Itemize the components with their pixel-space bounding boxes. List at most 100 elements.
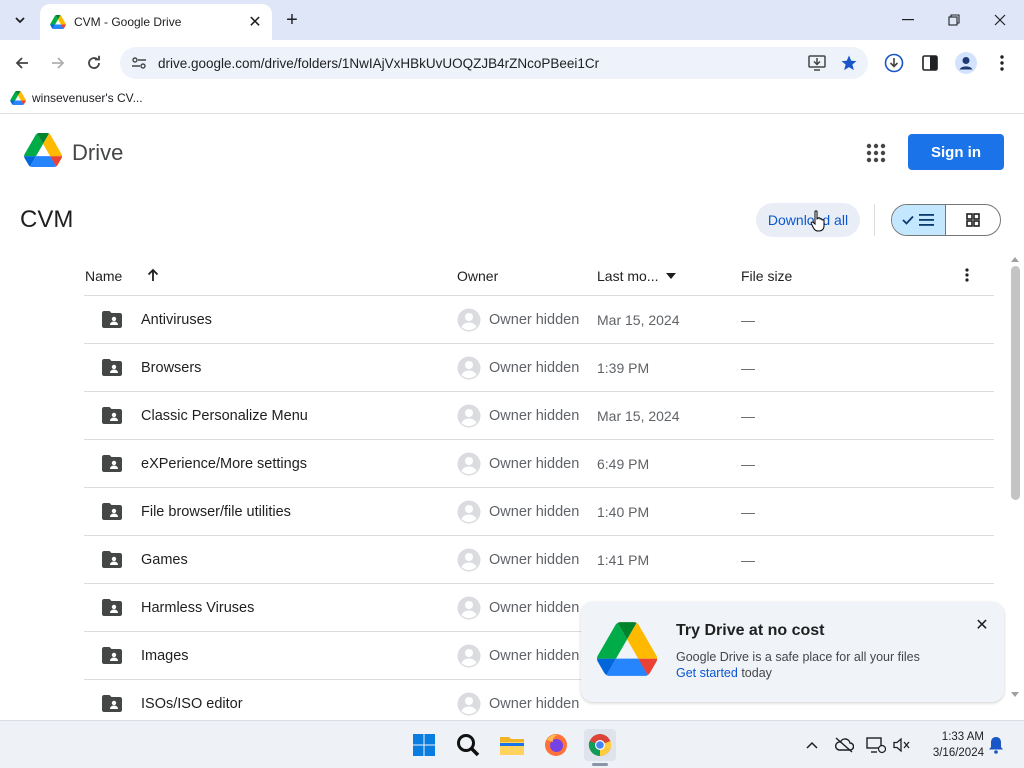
get-started-link[interactable]: Get started (676, 666, 738, 680)
chrome-taskbar-button[interactable] (584, 729, 616, 761)
view-toggle (891, 204, 1001, 236)
chrome-icon (588, 734, 612, 756)
file-size: — (741, 504, 755, 520)
bookmarks-bar: winsevenuser's CV... (0, 86, 1024, 114)
file-explorer-button[interactable] (496, 729, 528, 761)
promo-drive-logo (597, 622, 658, 681)
more-vert-icon (1000, 55, 1004, 71)
last-modified: 6:49 PM (597, 456, 650, 472)
close-tab-icon[interactable]: ✕ (244, 11, 266, 33)
reload-icon (88, 55, 100, 69)
bookmark-star-icon[interactable] (836, 50, 862, 76)
grid-view-button[interactable] (946, 205, 1000, 235)
folder-title: CVM (20, 206, 74, 233)
column-options-icon[interactable] (965, 268, 969, 282)
promo-body: Google Drive is a safe place for all you… (676, 650, 920, 664)
side-panel-button[interactable] (916, 49, 944, 77)
active-app-indicator (592, 763, 608, 766)
shared-folder-icon (102, 311, 122, 328)
bell-icon (989, 737, 1003, 754)
close-icon (994, 14, 1006, 26)
taskbar-search-button[interactable] (452, 729, 484, 761)
file-name[interactable]: Images (141, 648, 189, 664)
file-name[interactable]: ISOs/ISO editor (141, 696, 243, 712)
file-name[interactable]: Antiviruses (141, 312, 212, 328)
restore-window-button[interactable] (934, 6, 974, 34)
table-row[interactable]: Games Owner hidden 1:41 PM — (84, 536, 994, 584)
downloads-button[interactable] (880, 49, 908, 77)
last-modified: 1:40 PM (597, 504, 650, 520)
onedrive-tray-button[interactable] (834, 735, 854, 755)
sort-arrow-up-icon[interactable] (146, 268, 160, 282)
file-name[interactable]: eXPerience/More settings (141, 456, 307, 472)
column-owner-header: Owner (457, 268, 499, 284)
shared-folder-icon (102, 695, 122, 712)
scroll-up-arrow-icon[interactable] (1011, 256, 1019, 262)
table-row[interactable]: Browsers Owner hidden 1:39 PM — (84, 344, 994, 392)
address-bar[interactable]: drive.google.com/drive/folders/1NwIAjVxH… (120, 47, 868, 79)
show-hidden-icons-button[interactable] (802, 735, 822, 755)
download-all-button[interactable]: Download all (756, 203, 860, 237)
tab-search-button[interactable] (6, 6, 34, 34)
file-name[interactable]: Classic Personalize Menu (141, 408, 308, 424)
chrome-menu-button[interactable] (988, 49, 1016, 77)
browser-tab-strip: CVM - Google Drive ✕ + (0, 0, 1024, 40)
drive-logo[interactable] (24, 133, 63, 172)
notifications-button[interactable] (986, 735, 1006, 755)
volume-tray-button[interactable] (892, 735, 912, 755)
owner-name: Owner hidden (489, 360, 580, 376)
promo-cta-line: Get started today (676, 666, 772, 680)
column-name-header[interactable]: Name (85, 268, 122, 284)
column-last-modified-header[interactable]: Last mo... (597, 268, 658, 284)
tune-icon (132, 57, 146, 69)
owner-name: Owner hidden (489, 456, 580, 472)
download-icon (884, 53, 904, 73)
network-tray-button[interactable] (866, 735, 886, 755)
table-row[interactable]: File browser/file utilities Owner hidden 1… (84, 488, 994, 536)
browser-toolbar: drive.google.com/drive/folders/1NwIAjVxH… (0, 40, 1024, 86)
new-tab-button[interactable]: + (280, 8, 304, 32)
chevron-up-icon (806, 741, 818, 749)
firefox-button[interactable] (540, 729, 572, 761)
profile-button[interactable] (952, 49, 980, 77)
owner-name: Owner hidden (489, 696, 580, 712)
file-table-header: Name Owner Last mo... File size (84, 256, 994, 296)
profile-avatar-icon (955, 52, 977, 74)
scroll-down-arrow-icon[interactable] (1011, 692, 1019, 698)
browser-tab-active[interactable]: CVM - Google Drive ✕ (40, 4, 272, 40)
shared-folder-icon (102, 407, 122, 424)
file-name[interactable]: Browsers (141, 360, 201, 376)
forward-button[interactable] (44, 49, 72, 77)
page-scrollbar[interactable] (1008, 256, 1022, 702)
file-name[interactable]: File browser/file utilities (141, 504, 291, 520)
start-button[interactable] (408, 729, 440, 761)
site-info-icon[interactable] (128, 52, 150, 74)
table-row[interactable]: Classic Personalize Menu Owner hidden Mar … (84, 392, 994, 440)
file-name[interactable]: Harmless Viruses (141, 600, 254, 616)
system-clock[interactable]: 1:33 AM 3/16/2024 (920, 729, 984, 761)
minimize-icon (902, 19, 914, 21)
back-button[interactable] (8, 49, 36, 77)
owner-name: Owner hidden (489, 648, 580, 664)
reload-button[interactable] (80, 49, 108, 77)
scroll-thumb[interactable] (1011, 266, 1020, 500)
windows-logo-icon (413, 734, 435, 756)
clock-time: 1:33 AM (941, 731, 984, 743)
close-window-button[interactable] (980, 6, 1020, 34)
sign-in-button[interactable]: Sign in (908, 134, 1004, 170)
file-name[interactable]: Games (141, 552, 188, 568)
bookmark-item[interactable]: winsevenuser's CV... (10, 91, 143, 105)
table-row[interactable]: Antiviruses Owner hidden Mar 15, 2024 — (84, 296, 994, 344)
google-apps-button[interactable] (862, 139, 890, 167)
list-view-button[interactable] (892, 205, 947, 235)
table-row[interactable]: eXPerience/More settings Owner hidden 6:49… (84, 440, 994, 488)
sort-dropdown-icon[interactable] (666, 273, 676, 279)
drive-app-name: Drive (72, 140, 124, 165)
install-app-icon[interactable] (804, 50, 830, 76)
drive-header: Drive Sign in (0, 121, 1024, 185)
owner-avatar-icon (457, 452, 481, 476)
close-promo-button[interactable]: ✕ (971, 614, 993, 636)
search-icon (457, 734, 480, 757)
check-list-icon (901, 214, 934, 226)
minimize-window-button[interactable] (888, 6, 928, 34)
